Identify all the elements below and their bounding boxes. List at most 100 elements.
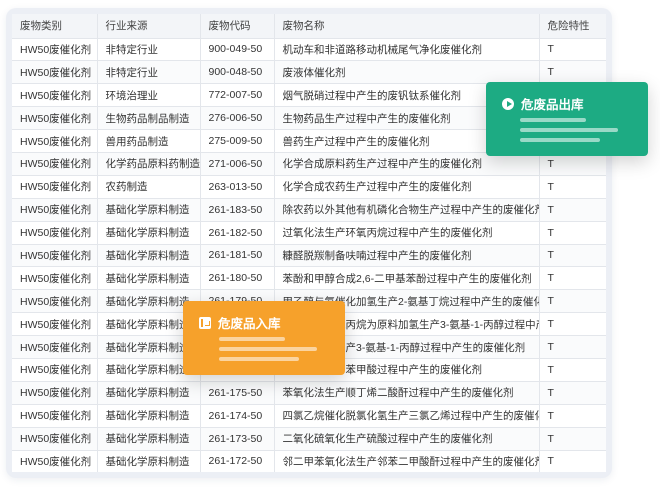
cell-category: HW50废催化剂: [12, 83, 98, 108]
table-header-row: 废物类别 行业来源 废物代码 废物名称 危险特性: [12, 14, 606, 39]
cell-name: 过氧化法生产环氧丙烷过程中产生的废催化剂: [274, 221, 540, 245]
cell-industry: 环境治理业: [97, 83, 201, 108]
cell-category: HW50废催化剂: [12, 358, 98, 382]
cell-hazard: T: [539, 450, 606, 472]
column-header-industry[interactable]: 行业来源: [97, 14, 201, 39]
cell-hazard: T: [539, 175, 606, 199]
table-row[interactable]: HW50废催化剂 基础化学原料制造 261-180-50 苯酚和甲醇合成2,6-二甲基…: [12, 266, 606, 291]
cell-category: HW50废催化剂: [12, 106, 98, 131]
cell-code: 900-049-50: [200, 38, 275, 62]
cell-name: 苯氧化法生产顺丁烯二酸酐过程中产生的废催化剂: [274, 381, 540, 405]
placeholder-bar: [520, 128, 618, 132]
cell-hazard: T: [539, 244, 606, 268]
cell-category: HW50废催化剂: [12, 450, 98, 472]
cell-hazard: T: [539, 289, 606, 314]
cell-code: 276-006-50: [200, 106, 275, 131]
cell-code: 261-180-50: [200, 266, 275, 291]
cell-name: 四氯乙烷催化脱氯化氢生产三氯乙烯过程中产生的废催化剂: [274, 404, 540, 428]
table-panel: 废物类别 行业来源 废物代码 废物名称 危险特性 HW50废催化剂 非特定行业 90…: [6, 8, 612, 478]
cell-category: HW50废催化剂: [12, 198, 98, 222]
outbound-card[interactable]: 危废品出库: [486, 82, 648, 156]
inbound-card-label: 危废品入库: [218, 317, 281, 331]
cell-code: 261-174-50: [200, 404, 275, 428]
column-header-code[interactable]: 废物代码: [200, 14, 275, 39]
table-row[interactable]: HW50废催化剂 基础化学原料制造 261-175-50 苯氧化法生产顺丁烯二酸酐过程…: [12, 381, 606, 405]
cell-hazard: T: [539, 266, 606, 291]
placeholder-bar: [219, 347, 317, 351]
table-row[interactable]: HW50废催化剂 基础化学原料制造 261-174-50 四氯乙烷催化脱氯化氢生产三氯…: [12, 404, 606, 428]
inbound-card-title: 危废品入库: [199, 313, 281, 332]
table-row[interactable]: HW50废催化剂 基础化学原料制造 261-181-50 糠醛脱羰制备呋喃过程中产生的…: [12, 244, 606, 268]
placeholder-bar: [219, 357, 299, 361]
cell-code: 261-182-50: [200, 221, 275, 245]
cell-name: 废液体催化剂: [274, 60, 540, 85]
cell-industry: 农药制造: [97, 175, 201, 199]
cell-hazard: T: [539, 404, 606, 428]
placeholder-bar: [219, 337, 285, 341]
table-row[interactable]: HW50废催化剂 基础化学原料制造 261-183-50 除农药以外其他有机磷化合物生…: [12, 198, 606, 222]
cell-industry: 基础化学原料制造: [97, 198, 201, 222]
cell-hazard: T: [539, 358, 606, 382]
cell-industry: 基础化学原料制造: [97, 266, 201, 291]
cell-hazard: T: [539, 381, 606, 405]
cell-category: HW50废催化剂: [12, 175, 98, 199]
cell-category: HW50废催化剂: [12, 289, 98, 314]
cell-hazard: T: [539, 335, 606, 359]
table-row[interactable]: HW50废催化剂 基础化学原料制造 261-182-50 过氧化法生产环氧丙烷过程中产…: [12, 221, 606, 245]
column-header-name[interactable]: 废物名称: [274, 14, 540, 39]
cell-industry: 非特定行业: [97, 60, 201, 85]
cell-name: 化学合成农药生产过程中产生的废催化剂: [274, 175, 540, 199]
table-row[interactable]: HW50废催化剂 基础化学原料制造 261-173-50 二氧化硫氧化生产硫酸过程中产…: [12, 427, 606, 451]
cell-code: 261-181-50: [200, 244, 275, 268]
cell-category: HW50废催化剂: [12, 244, 98, 268]
cell-code: 772-007-50: [200, 83, 275, 108]
table-row[interactable]: HW50废催化剂 非特定行业 900-048-50 废液体催化剂 T: [12, 60, 606, 85]
cell-code: 261-172-50: [200, 450, 275, 472]
cell-hazard: T: [539, 312, 606, 337]
cell-industry: 基础化学原料制造: [97, 427, 201, 451]
outbound-card-label: 危废品出库: [521, 98, 584, 112]
cell-industry: 基础化学原料制造: [97, 244, 201, 268]
box-icon: [199, 316, 211, 329]
cell-category: HW50废催化剂: [12, 404, 98, 428]
column-header-hazard[interactable]: 危险特性: [539, 14, 606, 39]
cell-name: 机动车和非道路移动机械尾气净化废催化剂: [274, 38, 540, 62]
cell-code: 900-048-50: [200, 60, 275, 85]
cell-industry: 基础化学原料制造: [97, 221, 201, 245]
cell-hazard: T: [539, 221, 606, 245]
cell-code: 261-183-50: [200, 198, 275, 222]
cell-category: HW50废催化剂: [12, 129, 98, 153]
cell-industry: 兽用药品制造: [97, 129, 201, 153]
cell-hazard: T: [539, 38, 606, 62]
cell-industry: 基础化学原料制造: [97, 404, 201, 428]
table-row[interactable]: HW50废催化剂 非特定行业 900-049-50 机动车和非道路移动机械尾气净化废催…: [12, 38, 606, 62]
cell-category: HW50废催化剂: [12, 312, 98, 337]
table-row[interactable]: HW50废催化剂 农药制造 263-013-50 化学合成农药生产过程中产生的废催化剂…: [12, 175, 606, 199]
outbound-card-title: 危废品出库: [502, 94, 584, 113]
table-row[interactable]: HW50废催化剂 基础化学原料制造 261-172-50 邻二甲苯氧化法生产邻苯二甲酸…: [12, 450, 606, 472]
cell-industry: 生物药品制品制造: [97, 106, 201, 131]
cell-code: 275-009-50: [200, 129, 275, 153]
cell-industry: 非特定行业: [97, 38, 201, 62]
cell-category: HW50废催化剂: [12, 381, 98, 405]
cell-code: 263-013-50: [200, 175, 275, 199]
cell-category: HW50废催化剂: [12, 221, 98, 245]
cell-category: HW50废催化剂: [12, 266, 98, 291]
cell-name: 糠醛脱羰制备呋喃过程中产生的废催化剂: [274, 244, 540, 268]
cell-name: 苯酚和甲醇合成2,6-二甲基苯酚过程中产生的废催化剂: [274, 266, 540, 291]
cell-code: 261-173-50: [200, 427, 275, 451]
cell-code: 271-006-50: [200, 152, 275, 176]
placeholder-bar: [520, 138, 600, 142]
cell-code: 261-175-50: [200, 381, 275, 405]
cell-industry: 基础化学原料制造: [97, 381, 201, 405]
cell-name: 除农药以外其他有机磷化合物生产过程中产生的废催化剂: [274, 198, 540, 222]
cell-category: HW50废催化剂: [12, 427, 98, 451]
inbound-card[interactable]: 危废品入库: [183, 301, 345, 375]
cell-industry: 基础化学原料制造: [97, 450, 201, 472]
cell-category: HW50废催化剂: [12, 335, 98, 359]
cell-hazard: T: [539, 427, 606, 451]
column-header-category[interactable]: 废物类别: [12, 14, 98, 39]
cell-category: HW50废催化剂: [12, 60, 98, 85]
cell-name: 邻二甲苯氧化法生产邻苯二甲酸酐过程中产生的废催化剂: [274, 450, 540, 472]
cell-name: 二氧化硫氧化生产硫酸过程中产生的废催化剂: [274, 427, 540, 451]
